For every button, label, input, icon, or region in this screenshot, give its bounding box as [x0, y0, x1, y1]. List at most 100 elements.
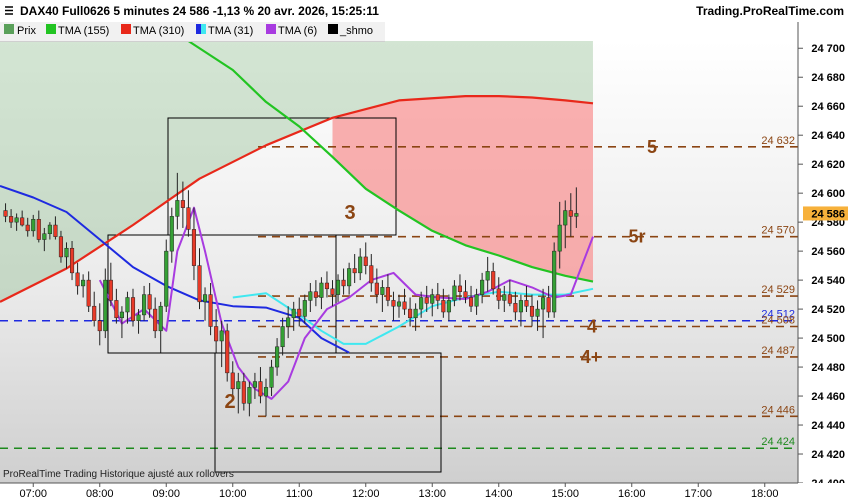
candle-body — [446, 300, 451, 313]
candle-body — [125, 297, 130, 313]
menu-icon[interactable] — [4, 5, 14, 16]
candle-body — [3, 210, 8, 217]
candle-body — [430, 294, 435, 304]
candle-body — [225, 330, 230, 374]
chart-window: 24 632 5 24 570 5r 24 529 24 512 24 508 4 24 487… — [0, 0, 850, 500]
candle-body — [258, 381, 263, 397]
y-tick-label: 24 600 — [811, 188, 845, 200]
candle-body — [308, 291, 313, 301]
level-label: 24 446 — [761, 404, 795, 416]
candle-body — [419, 297, 424, 310]
candle-body — [347, 268, 352, 287]
candle-body — [130, 297, 136, 321]
wave-marker: 5r — [628, 227, 645, 247]
y-tick-label: 24 420 — [811, 449, 845, 461]
x-tick-label: 13:00 — [418, 488, 446, 500]
legend-item-prix[interactable]: Prix — [17, 25, 36, 37]
candle-body — [313, 291, 318, 298]
candle-body — [552, 250, 557, 313]
candle-body — [352, 268, 357, 274]
candle-body — [175, 200, 180, 217]
legend-item-tma31[interactable]: TMA (31) — [208, 25, 253, 37]
candle-body — [158, 305, 163, 332]
candle-body — [280, 326, 285, 348]
candle-body — [396, 301, 402, 307]
x-tick-label: 08:00 — [86, 488, 114, 500]
candle-body — [153, 308, 158, 332]
candle-body — [92, 305, 97, 321]
candle-body — [391, 300, 396, 307]
candle-body — [574, 213, 579, 217]
candle-body — [480, 279, 485, 295]
legend-item-tma155[interactable]: TMA (155) — [58, 25, 109, 37]
footer-note: ProRealTime Trading Historique ajusté au… — [3, 469, 234, 480]
candle-body — [385, 287, 390, 301]
candle-body — [25, 224, 30, 232]
candle-body — [81, 279, 86, 287]
wave-label-3: 3 — [344, 202, 355, 224]
level-label: 24 424 — [761, 436, 795, 448]
chart-title: DAX40 Full0626 5 minutes 24 586 -1,13 % … — [20, 4, 379, 18]
candle-body — [64, 247, 69, 258]
candle-body — [14, 217, 19, 223]
candle-body — [286, 317, 291, 327]
candle-body — [507, 294, 512, 304]
candle-body — [108, 279, 113, 301]
y-tick-label: 24 480 — [811, 362, 845, 374]
x-tick-label: 16:00 — [618, 488, 646, 500]
candle-body — [491, 271, 496, 290]
candle-body — [147, 294, 152, 310]
level-label: 24 529 — [761, 284, 795, 296]
candle-body — [358, 256, 363, 274]
candle-body — [42, 233, 47, 240]
x-tick-label: 11:00 — [286, 488, 313, 500]
candle-body — [197, 265, 202, 303]
wave-label-2: 2 — [224, 391, 235, 413]
candle-body — [269, 366, 274, 388]
candle-body — [496, 288, 501, 301]
candle-body — [119, 311, 124, 319]
x-tick-label: 07:00 — [19, 488, 47, 500]
candle-body — [252, 381, 257, 388]
candle-body — [452, 285, 457, 301]
candle-body — [330, 288, 335, 295]
legend-swatch-tma310 — [121, 24, 131, 34]
candle-body — [136, 314, 141, 321]
wave-marker: 4 — [587, 316, 597, 336]
y-tick-label: 24 440 — [811, 420, 845, 432]
legend-item-shmo[interactable]: _shmo — [340, 25, 373, 37]
candle-body — [241, 381, 246, 404]
candle-body — [474, 294, 479, 307]
candle-body — [369, 265, 374, 284]
candle-body — [164, 250, 169, 307]
candle-body — [335, 279, 341, 295]
y-tick-label: 24 520 — [811, 304, 845, 316]
candle-body — [424, 297, 429, 304]
x-tick-label: 10:00 — [219, 488, 247, 500]
candle-body — [219, 330, 224, 342]
candle-body — [53, 224, 58, 237]
price-chart[interactable]: 24 632524 5705r24 52924 51224 508424 487… — [0, 0, 850, 500]
candle-body — [186, 207, 191, 230]
candle-body — [302, 300, 307, 317]
candle-body — [69, 247, 75, 274]
candle-body — [47, 224, 52, 234]
candle-body — [230, 372, 235, 390]
current-price-label: 24 586 — [811, 208, 845, 220]
candle-body — [297, 308, 302, 317]
candle-body — [114, 300, 119, 319]
legend-item-tma310[interactable]: TMA (310) — [133, 25, 184, 37]
candle-body — [58, 236, 64, 258]
candle-body — [363, 256, 368, 266]
x-tick-label: 18:00 — [751, 488, 779, 500]
y-tick-label: 24 640 — [811, 130, 845, 142]
x-tick-label: 17:00 — [684, 488, 712, 500]
level-label: 24 487 — [761, 345, 795, 357]
y-tick-label: 24 500 — [811, 333, 845, 345]
y-tick-label: 24 560 — [811, 246, 845, 258]
candle-body — [291, 308, 296, 319]
candle-body — [9, 216, 14, 223]
x-tick-label: 15:00 — [551, 488, 579, 500]
wave-marker: 4+ — [581, 347, 602, 367]
legend-item-tma6[interactable]: TMA (6) — [278, 25, 317, 37]
